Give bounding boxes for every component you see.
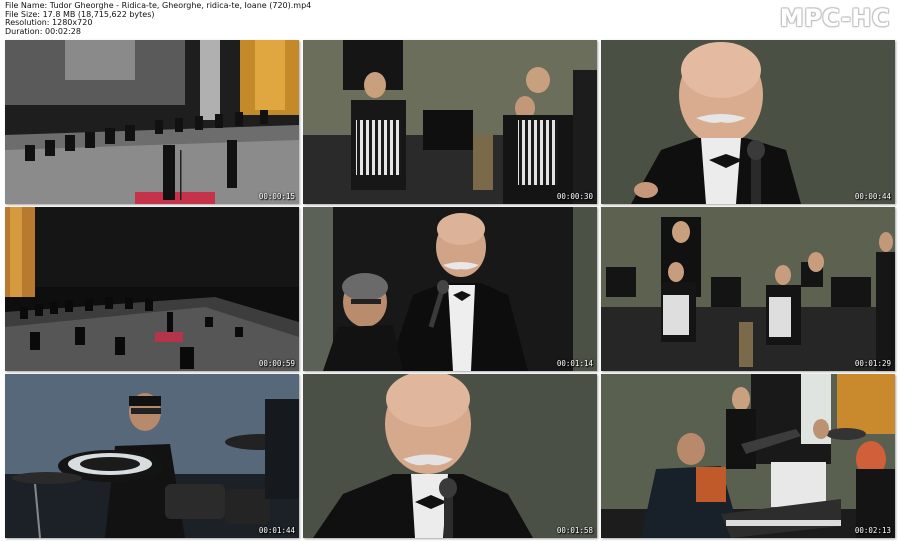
thumbnail-2[interactable]: 00:00:30 xyxy=(303,40,597,204)
thumbnail-9-image xyxy=(601,374,895,538)
thumbnail-7-image xyxy=(5,374,299,538)
timestamp: 00:01:14 xyxy=(556,359,593,368)
thumbnail-2-image xyxy=(303,40,597,204)
thumbnail-1-image xyxy=(5,40,299,204)
timestamp: 00:01:58 xyxy=(556,526,593,535)
timestamp: 00:00:30 xyxy=(556,192,593,201)
timestamp: 00:00:59 xyxy=(258,359,295,368)
thumbnail-8[interactable]: 00:01:58 xyxy=(303,374,597,538)
thumbnail-3-image xyxy=(601,40,895,204)
thumbnail-9[interactable]: 00:02:13 xyxy=(601,374,895,538)
thumbnail-4[interactable]: 00:00:59 xyxy=(5,207,299,371)
timestamp: 00:02:13 xyxy=(854,526,891,535)
thumbnail-7[interactable]: 00:01:44 xyxy=(5,374,299,538)
thumbnail-6[interactable]: 00:01:29 xyxy=(601,207,895,371)
thumbnail-6-image xyxy=(601,207,895,371)
thumbnail-1[interactable]: 00:00:15 xyxy=(5,40,299,204)
thumbnail-8-image xyxy=(303,374,597,538)
timestamp: 00:00:44 xyxy=(854,192,891,201)
thumbnail-4-image xyxy=(5,207,299,371)
timestamp: 00:00:15 xyxy=(258,192,295,201)
thumbnail-5-image xyxy=(303,207,597,371)
thumbnail-5[interactable]: 00:01:14 xyxy=(303,207,597,371)
thumbnail-3[interactable]: 00:00:44 xyxy=(601,40,895,204)
thumbnail-grid: 00:00:15 00:00:30 00:00:44 00:00:59 00:0… xyxy=(0,0,900,541)
timestamp: 00:01:29 xyxy=(854,359,891,368)
timestamp: 00:01:44 xyxy=(258,526,295,535)
